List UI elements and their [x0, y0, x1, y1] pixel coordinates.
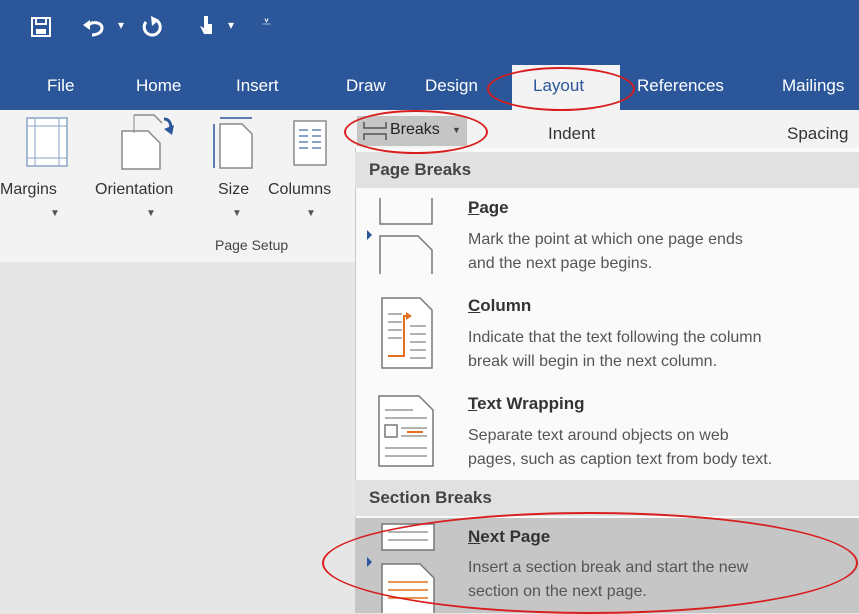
tab-references[interactable]: References	[637, 76, 724, 96]
next-page-annotation	[322, 512, 858, 614]
tab-mailings[interactable]: Mailings	[782, 76, 844, 96]
undo-icon[interactable]	[82, 15, 108, 39]
orientation-dropdown-icon[interactable]: ▼	[146, 208, 156, 219]
page-break-item[interactable]: Page	[468, 198, 509, 218]
size-icon[interactable]	[212, 114, 254, 170]
tab-home[interactable]: Home	[136, 76, 181, 96]
columns-dropdown-icon[interactable]: ▼	[306, 208, 316, 219]
undo-dropdown-icon[interactable]: ▾	[118, 18, 124, 32]
page-setup-group-label: Page Setup	[215, 237, 289, 253]
columns-icon[interactable]	[293, 120, 327, 166]
column-break-description: Indicate that the text following the col…	[468, 329, 762, 370]
layout-tab-annotation	[487, 67, 635, 111]
redo-icon[interactable]	[140, 14, 164, 40]
save-icon[interactable]	[30, 16, 52, 38]
text-wrapping-description: Separate text around objects on web page…	[468, 427, 773, 468]
size-button[interactable]: Size	[218, 181, 249, 199]
touch-mode-icon[interactable]	[196, 12, 216, 40]
breaks-button-annotation	[344, 110, 488, 154]
tab-draw[interactable]: Draw	[346, 76, 386, 96]
tab-design[interactable]: Design	[425, 76, 478, 96]
touch-mode-dropdown-icon[interactable]: ▾	[228, 18, 234, 32]
page-breaks-header: Page Breaks	[355, 152, 859, 188]
customize-qat-icon[interactable]: ⩡	[262, 14, 271, 32]
column-break-item[interactable]: Column	[468, 296, 531, 316]
text-wrapping-item[interactable]: Text Wrapping	[468, 394, 585, 414]
column-break-icon	[381, 297, 433, 369]
section-breaks-header: Section Breaks	[355, 480, 859, 516]
tab-insert[interactable]: Insert	[236, 76, 279, 96]
tab-file[interactable]: File	[47, 76, 74, 96]
margins-button[interactable]: Margins	[0, 181, 57, 199]
document-area	[0, 262, 355, 613]
page-break-icon	[379, 198, 433, 274]
quick-access-toolbar: ▾ ▾ ⩡	[0, 0, 859, 60]
orientation-button[interactable]: Orientation	[95, 181, 173, 199]
columns-button[interactable]: Columns	[268, 181, 331, 199]
text-wrapping-icon	[378, 395, 434, 467]
indent-label: Indent	[548, 124, 596, 143]
orientation-icon[interactable]	[120, 113, 176, 171]
size-dropdown-icon[interactable]: ▼	[232, 208, 242, 219]
page-selection-indicator	[367, 230, 372, 240]
margins-icon[interactable]	[26, 117, 68, 167]
margins-dropdown-icon[interactable]: ▼	[50, 208, 60, 219]
page-break-description: Mark the point at which one page ends an…	[468, 231, 743, 272]
spacing-label: Spacing	[787, 124, 849, 143]
